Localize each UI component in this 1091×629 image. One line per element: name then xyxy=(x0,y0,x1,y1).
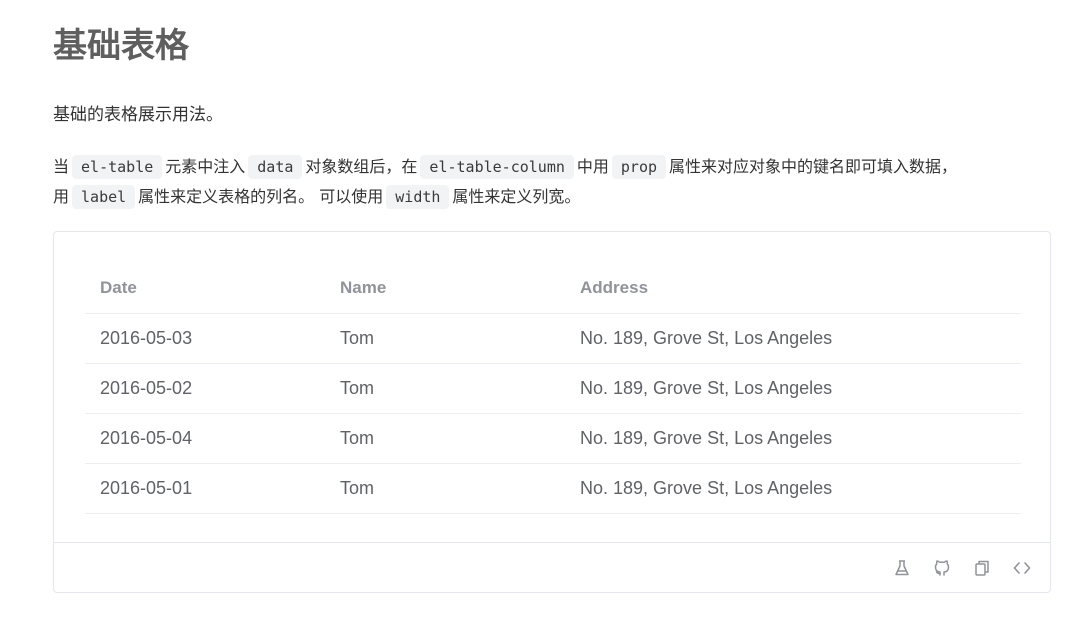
cell-name: Tom xyxy=(325,313,565,364)
cell-address: No. 189, Grove St, Los Angeles xyxy=(565,313,1021,364)
playground-flask-icon[interactable] xyxy=(891,557,913,579)
desc-text: 用 xyxy=(53,187,70,206)
desc-text: 中用 xyxy=(576,157,609,176)
cell-name: Tom xyxy=(325,363,565,414)
section-description: 当 el-table 元素中注入 data 对象数组后，在 el-table-column… xyxy=(53,152,1063,212)
cell-address: No. 189, Grove St, Los Angeles xyxy=(565,363,1021,414)
cell-address: No. 189, Grove St, Los Angeles xyxy=(565,463,1021,514)
cell-date: 2016-05-04 xyxy=(85,413,325,464)
cell-address: No. 189, Grove St, Los Angeles xyxy=(565,413,1021,464)
demo-toolbar xyxy=(54,542,1050,594)
demo-block: Date Name Address 2016-05-03 Tom No. 189… xyxy=(53,231,1051,593)
desc-text: 对象数组后，在 xyxy=(305,157,418,176)
code-width: width xyxy=(386,185,450,209)
cell-name: Tom xyxy=(325,463,565,514)
cell-date: 2016-05-02 xyxy=(85,363,325,414)
copy-icon[interactable] xyxy=(971,557,993,579)
column-header-address: Address xyxy=(565,263,1021,314)
table-row: 2016-05-01 Tom No. 189, Grove St, Los An… xyxy=(85,463,1021,514)
cell-date: 2016-05-03 xyxy=(85,313,325,364)
table-row: 2016-05-03 Tom No. 189, Grove St, Los An… xyxy=(85,313,1021,364)
desc-text: 当 xyxy=(53,157,70,176)
desc-text: 属性来定义列宽。 xyxy=(452,187,581,206)
column-header-date: Date xyxy=(85,263,325,314)
cell-name: Tom xyxy=(325,413,565,464)
cell-date: 2016-05-01 xyxy=(85,463,325,514)
demo-preview: Date Name Address 2016-05-03 Tom No. 189… xyxy=(85,263,1021,514)
section-subtitle: 基础的表格展示用法。 xyxy=(53,105,223,125)
desc-text: 属性来对应对象中的键名即可填入数据， xyxy=(669,157,958,176)
code-label: label xyxy=(72,185,136,209)
data-table: Date Name Address 2016-05-03 Tom No. 189… xyxy=(85,263,1021,514)
desc-text: 元素中注入 xyxy=(165,157,246,176)
table-row: 2016-05-04 Tom No. 189, Grove St, Los An… xyxy=(85,413,1021,464)
code-icon[interactable] xyxy=(1011,557,1033,579)
desc-text: 属性来定义表格的列名。 可以使用 xyxy=(138,187,384,206)
code-data: data xyxy=(248,155,303,179)
page: 基础表格 基础的表格展示用法。 当 el-table 元素中注入 data 对象数组后，… xyxy=(0,0,1091,629)
github-icon[interactable] xyxy=(931,557,953,579)
code-el-table-column: el-table-column xyxy=(420,155,574,179)
column-header-name: Name xyxy=(325,263,565,314)
code-prop: prop xyxy=(611,155,667,179)
table-row: 2016-05-02 Tom No. 189, Grove St, Los An… xyxy=(85,363,1021,414)
code-el-table: el-table xyxy=(72,155,163,179)
table-header-row: Date Name Address xyxy=(85,263,1021,314)
page-title: 基础表格 xyxy=(53,26,189,66)
